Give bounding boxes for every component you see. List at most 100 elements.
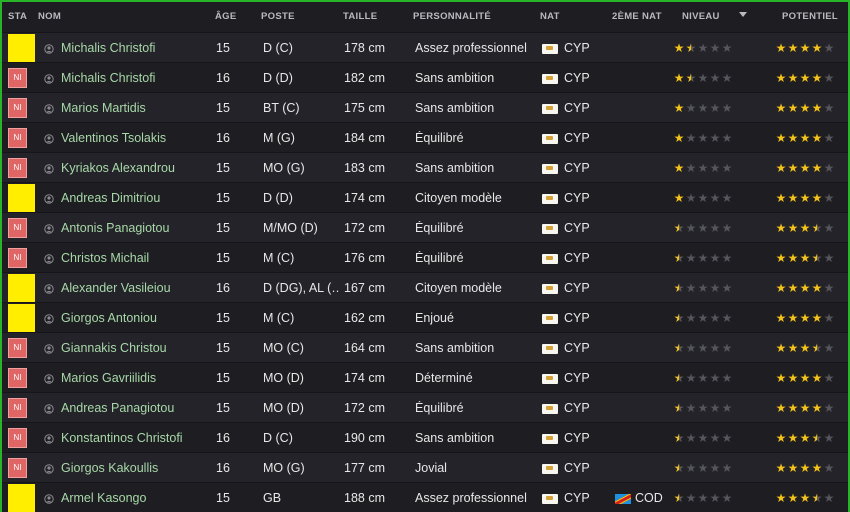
player-nationality[interactable]: CYP: [564, 41, 590, 55]
table-row[interactable]: NI Konstantinos Christofi 16 D (C) 190 cm San…: [2, 422, 848, 452]
player-name-link[interactable]: Andreas Dimitriou: [61, 191, 211, 205]
star-icon: ★: [823, 191, 835, 205]
player-nationality[interactable]: CYP: [564, 131, 590, 145]
player-name-link[interactable]: Alexander Vasileiou: [61, 281, 211, 295]
player-name-link[interactable]: Konstantinos Christofi: [61, 431, 211, 445]
star-icon: ★: [823, 311, 835, 325]
star-icon: ★: [799, 311, 811, 325]
player-personality: Sans ambition: [415, 341, 495, 355]
star-icon: ★: [775, 401, 787, 415]
player-name-link[interactable]: Antonis Panagiotou: [61, 221, 211, 235]
col-position[interactable]: POSTE: [261, 11, 295, 22]
star-icon: ★: [811, 101, 823, 115]
player-name-link[interactable]: Marios Gavriilidis: [61, 371, 211, 385]
star-icon: ★: [787, 341, 799, 355]
potential-stars: ★★★★★: [775, 161, 835, 174]
table-row[interactable]: NI Michalis Christofi 16 D (D) 182 cm Sans am…: [2, 62, 848, 92]
player-nationality[interactable]: CYP: [564, 191, 590, 205]
table-row[interactable]: NI Andreas Panagiotou 15 MO (D) 172 cm Équili…: [2, 392, 848, 422]
star-icon: ★: [685, 281, 697, 295]
table-row[interactable]: NI Marios Martidis 15 BT (C) 175 cm Sans ambi…: [2, 92, 848, 122]
potential-stars: ★★★★★: [775, 281, 835, 295]
star-icon: ★: [775, 221, 787, 235]
player-personality: Sans ambition: [415, 101, 495, 115]
table-row[interactable]: Giorgos Antoniou 15 M (C) 162 cm Enjoué CYP ★★…: [2, 302, 848, 332]
star-icon: ★: [775, 371, 787, 385]
player-name-link[interactable]: Kyriakos Alexandrou: [61, 161, 211, 175]
table-row[interactable]: Michalis Christofi 15 D (C) 178 cm Assez pro…: [2, 32, 848, 62]
player-name-link[interactable]: Giorgos Antoniou: [61, 311, 211, 325]
player-nationality[interactable]: CYP: [564, 221, 590, 235]
star-icon: ★: [823, 491, 835, 505]
star-icon: ★: [799, 461, 811, 475]
player-nationality[interactable]: CYP: [564, 431, 590, 445]
col-age[interactable]: ÂGE: [215, 11, 237, 22]
table-row[interactable]: NI Marios Gavriilidis 15 MO (D) 174 cm Déterm…: [2, 362, 848, 392]
player-name-link[interactable]: Marios Martidis: [61, 101, 211, 115]
ability-stars: ★★★★★: [673, 221, 733, 235]
star-icon: ★: [811, 461, 823, 475]
player-age: 16: [216, 281, 230, 295]
player-name-link[interactable]: Andreas Panagiotou: [61, 401, 211, 415]
player-name-link[interactable]: Valentinos Tsolakis: [61, 131, 211, 145]
star-icon: ★: [685, 311, 697, 325]
player-nationality[interactable]: CYP: [564, 251, 590, 265]
sort-desc-icon[interactable]: [739, 12, 747, 17]
player-name-link[interactable]: Armel Kasongo: [61, 491, 211, 505]
col-personality[interactable]: PERSONNALITÉ: [413, 11, 491, 22]
star-icon: ★: [673, 281, 685, 295]
col-potential[interactable]: POTENTIEL: [782, 11, 838, 22]
table-row[interactable]: NI Giorgos Kakoullis 16 MO (G) 177 cm Jovial C…: [2, 452, 848, 482]
ability-stars: ★★★★★: [673, 311, 733, 325]
player-name-link[interactable]: Giorgos Kakoullis: [61, 461, 211, 475]
player-nationality[interactable]: CYP: [564, 101, 590, 115]
player-age: 15: [216, 191, 230, 205]
player-name-link[interactable]: Michalis Christofi: [61, 41, 211, 55]
col-status[interactable]: STA: [8, 11, 27, 22]
player-age: 15: [216, 251, 230, 265]
col-height[interactable]: TAILLE: [343, 11, 377, 22]
player-second-nationality[interactable]: COD: [635, 491, 663, 505]
star-icon: ★: [685, 191, 697, 205]
col-name[interactable]: NOM: [38, 11, 61, 22]
player-age: 15: [216, 161, 230, 175]
player-nationality[interactable]: CYP: [564, 401, 590, 415]
player-height: 162 cm: [344, 311, 385, 325]
star-icon: ★: [811, 41, 823, 55]
player-name-link[interactable]: Michalis Christofi: [61, 71, 211, 85]
star-icon: ★: [799, 401, 811, 415]
player-icon: [44, 373, 54, 384]
table-row[interactable]: NI Kyriakos Alexandrou 15 MO (G) 183 cm Sans …: [2, 152, 848, 182]
star-icon: ★: [811, 491, 823, 505]
player-nationality[interactable]: CYP: [564, 71, 590, 85]
table-row[interactable]: NI Valentinos Tsolakis 16 M (G) 184 cm Équili…: [2, 122, 848, 152]
player-nationality[interactable]: CYP: [564, 491, 590, 505]
star-icon: ★: [673, 71, 685, 85]
player-position: MO (G): [263, 161, 305, 175]
table-row[interactable]: NI Christos Michail 15 M (C) 176 cm Équilibré…: [2, 242, 848, 272]
status-badge: NI: [8, 368, 27, 388]
star-icon: ★: [673, 431, 685, 445]
star-icon: ★: [775, 341, 787, 355]
table-row[interactable]: Armel Kasongo 15 GB 188 cm Assez professionn…: [2, 482, 848, 512]
table-row[interactable]: NI Antonis Panagiotou 15 M/MO (D) 172 cm Équi…: [2, 212, 848, 242]
col-nationality[interactable]: NAT: [540, 11, 560, 22]
player-position: M (C): [263, 311, 295, 325]
player-nationality[interactable]: CYP: [564, 311, 590, 325]
star-icon: ★: [721, 221, 733, 235]
table-row[interactable]: NI Giannakis Christou 15 MO (C) 164 cm Sans a…: [2, 332, 848, 362]
player-nationality[interactable]: CYP: [564, 371, 590, 385]
player-name-link[interactable]: Christos Michail: [61, 251, 211, 265]
player-personality: Jovial: [415, 461, 447, 475]
player-nationality[interactable]: CYP: [564, 341, 590, 355]
player-nationality[interactable]: CYP: [564, 161, 590, 175]
table-row[interactable]: Andreas Dimitriou 15 D (D) 174 cm Citoyen mo…: [2, 182, 848, 212]
col-second-nationality[interactable]: 2ÈME NAT: [612, 11, 662, 22]
col-ability[interactable]: NIVEAU: [682, 11, 720, 22]
table-row[interactable]: Alexander Vasileiou 16 D (DG), AL (… 167 cm…: [2, 272, 848, 305]
player-nationality[interactable]: CYP: [564, 281, 590, 295]
player-name-link[interactable]: Giannakis Christou: [61, 341, 211, 355]
player-nationality[interactable]: CYP: [564, 461, 590, 475]
player-personality: Équilibré: [415, 131, 464, 145]
star-icon: ★: [811, 281, 823, 295]
